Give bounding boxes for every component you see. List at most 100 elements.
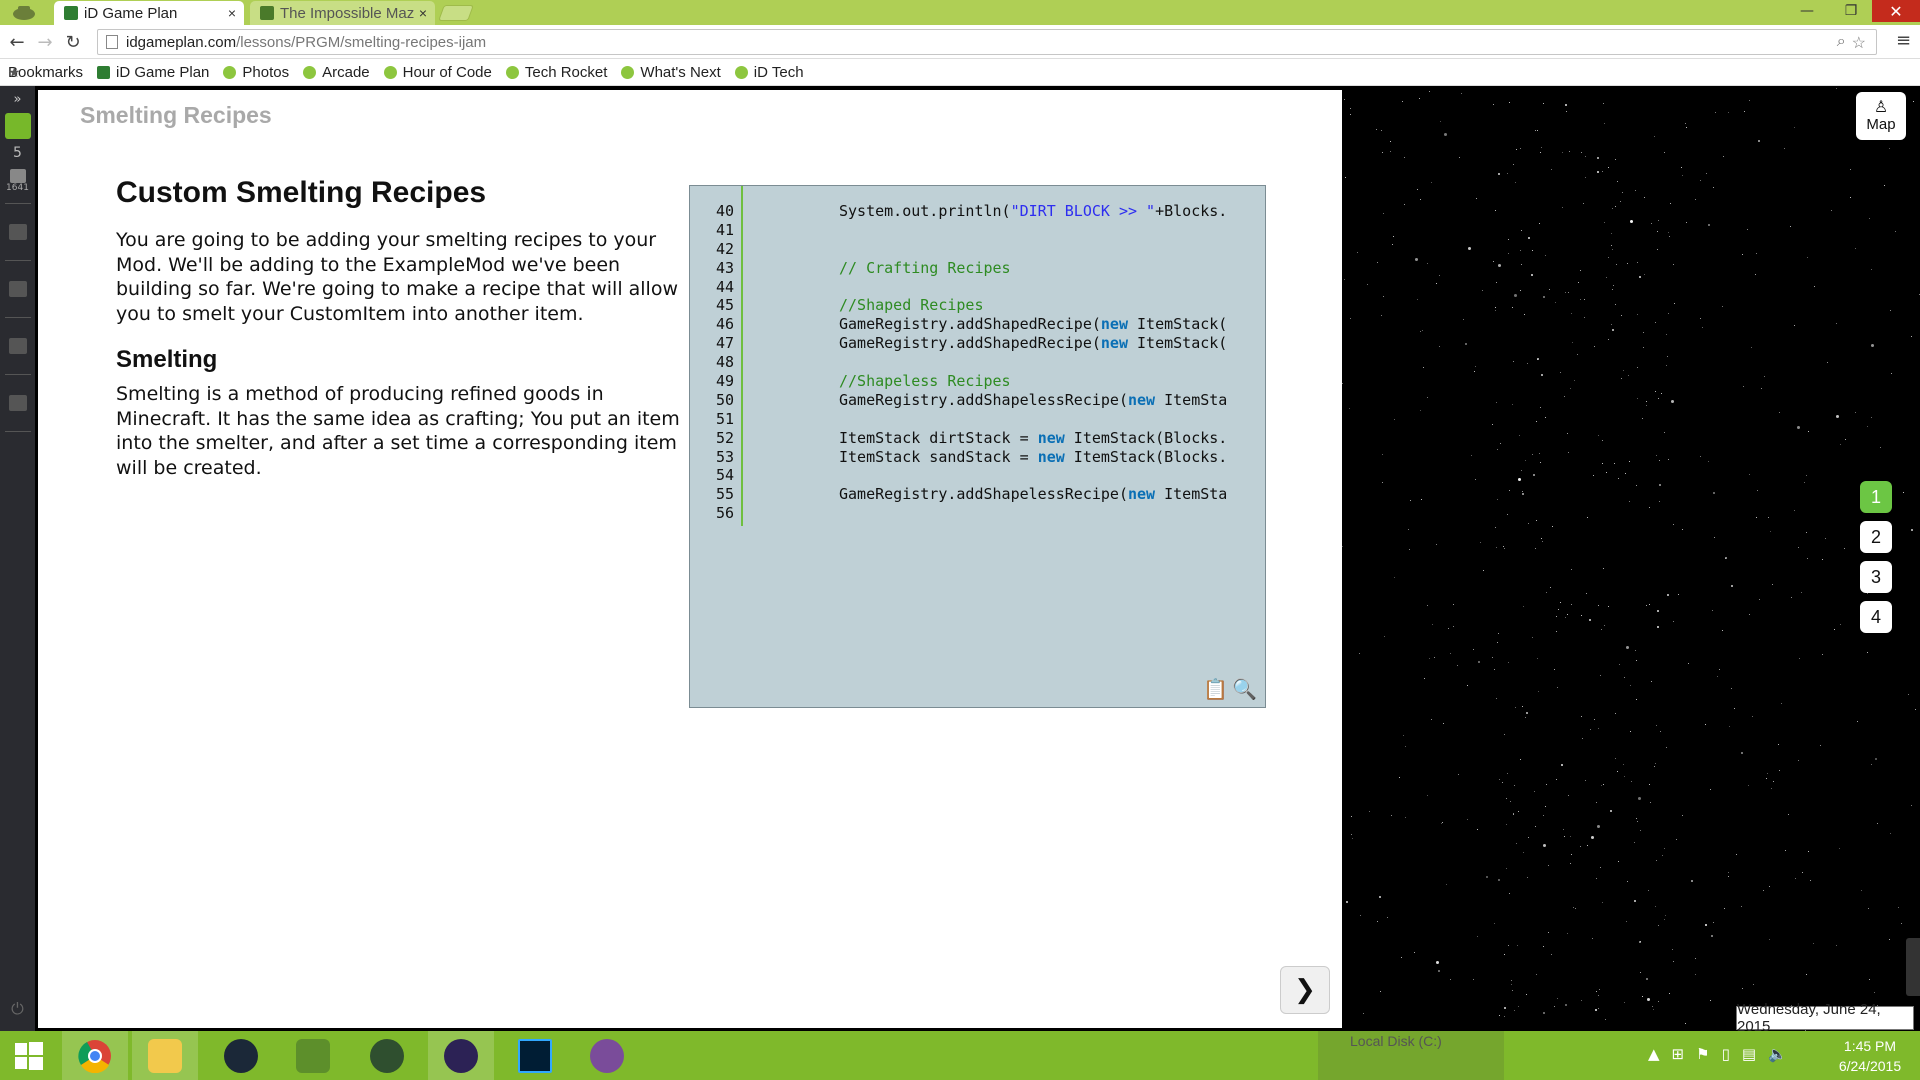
start-button[interactable] bbox=[0, 1031, 58, 1080]
forward-icon[interactable]: → bbox=[34, 31, 56, 53]
star bbox=[1533, 790, 1535, 792]
bookmark-id-game-plan[interactable]: iD Game Plan bbox=[97, 64, 209, 81]
star bbox=[1747, 229, 1749, 231]
feedback-tab[interactable] bbox=[1906, 938, 1920, 996]
bookmark-whats-next[interactable]: What's Next bbox=[621, 64, 721, 81]
star bbox=[1404, 816, 1406, 818]
star bbox=[1656, 725, 1658, 727]
avatar[interactable] bbox=[4, 113, 31, 139]
chat-icon[interactable] bbox=[8, 395, 27, 411]
map-button[interactable]: ♙ Map bbox=[1856, 92, 1906, 140]
clock[interactable]: 1:45 PM 6/24/2015 bbox=[1830, 1036, 1910, 1076]
star bbox=[1598, 989, 1600, 991]
star bbox=[1419, 98, 1421, 99]
address-bar[interactable]: idgameplan.com/lessons/PRGM/smelting-rec… bbox=[97, 29, 1877, 55]
taskbar-chrome[interactable] bbox=[62, 1031, 128, 1080]
star bbox=[1580, 1000, 1582, 1002]
bookmark-photos[interactable]: Photos bbox=[223, 64, 289, 81]
local-disk-toolbar[interactable]: Local Disk (C:) bbox=[1318, 1031, 1504, 1080]
bookmark-arcade[interactable]: Arcade bbox=[303, 64, 370, 81]
star bbox=[1548, 289, 1550, 291]
network-icon[interactable]: ▤ bbox=[1742, 1045, 1756, 1063]
code-viewer[interactable]: 40 41 42 43 44 45 46 47 48 49 50 51 52 53 54 55 56 Syste… bbox=[689, 185, 1266, 708]
zoom-icon[interactable]: 🔍 bbox=[1232, 677, 1257, 701]
star bbox=[1665, 747, 1667, 749]
volume-icon[interactable]: 🔈 bbox=[1768, 1045, 1787, 1063]
bookmark-id-tech[interactable]: iD Tech bbox=[734, 64, 804, 81]
step-button-3[interactable]: 3 bbox=[1860, 561, 1892, 593]
battery-icon[interactable]: ▯ bbox=[1722, 1045, 1730, 1063]
star bbox=[1661, 392, 1663, 394]
star bbox=[1836, 87, 1837, 89]
star bbox=[1616, 180, 1618, 182]
star bbox=[1541, 540, 1543, 542]
star bbox=[1639, 971, 1641, 973]
star bbox=[1539, 452, 1541, 454]
star bbox=[1581, 737, 1583, 739]
star bbox=[1827, 362, 1829, 364]
star bbox=[1475, 365, 1477, 367]
tab-close-icon[interactable]: × bbox=[419, 5, 427, 21]
star bbox=[1768, 517, 1770, 519]
next-button[interactable]: ❯ bbox=[1280, 966, 1330, 1014]
star bbox=[1650, 680, 1652, 682]
star bbox=[1526, 363, 1528, 365]
star bbox=[1401, 956, 1403, 958]
expand-sidebar-icon[interactable]: » bbox=[14, 92, 22, 107]
taskbar-eclipse[interactable] bbox=[428, 1031, 494, 1080]
restore-button[interactable]: ❐ bbox=[1828, 0, 1874, 22]
close-window-button[interactable]: ✕ bbox=[1872, 0, 1920, 22]
taskbar-file-explorer[interactable] bbox=[132, 1031, 198, 1080]
flag-icon[interactable]: ⚑ bbox=[1696, 1045, 1709, 1063]
tab-close-icon[interactable]: × bbox=[228, 5, 236, 21]
star bbox=[1911, 528, 1914, 531]
profile-icon[interactable] bbox=[8, 338, 27, 354]
trophy-icon[interactable] bbox=[8, 281, 27, 297]
taskbar-idtech[interactable] bbox=[354, 1031, 420, 1080]
bookmark-tech-rocket[interactable]: Tech Rocket bbox=[505, 64, 607, 81]
github-icon bbox=[590, 1038, 624, 1073]
star bbox=[1567, 432, 1569, 434]
new-tab-button[interactable] bbox=[438, 5, 474, 21]
star bbox=[1799, 658, 1801, 660]
clock-time: 1:45 PM bbox=[1843, 1038, 1897, 1054]
bookmark-bookmarks[interactable]: ★ Bookmarks bbox=[8, 64, 83, 81]
star bbox=[1381, 453, 1383, 455]
power-icon[interactable]: ⏻ bbox=[11, 999, 24, 1019]
show-hidden-icons-icon[interactable]: ▲ bbox=[1648, 1045, 1660, 1063]
tab-impossible-maze[interactable]: The Impossible Maze × bbox=[250, 1, 435, 25]
star bbox=[1685, 122, 1687, 124]
windows-icon[interactable]: ⊞ bbox=[1672, 1045, 1685, 1063]
bookmark-star-icon[interactable]: ☆ bbox=[1852, 33, 1866, 53]
step-button-2[interactable]: 2 bbox=[1860, 521, 1892, 553]
star bbox=[1522, 490, 1524, 492]
star bbox=[1348, 407, 1350, 409]
taskbar-photoshop[interactable] bbox=[502, 1031, 568, 1080]
star bbox=[1456, 665, 1458, 667]
starfield-background bbox=[1342, 86, 1920, 1031]
step-button-1[interactable]: 1 bbox=[1860, 481, 1892, 513]
minimize-button[interactable]: — bbox=[1784, 0, 1830, 22]
search-icon[interactable]: ⌕ bbox=[1837, 33, 1846, 53]
chrome-profile-icon[interactable] bbox=[6, 1, 42, 23]
star bbox=[1636, 817, 1638, 819]
star bbox=[1540, 374, 1543, 376]
star bbox=[1570, 569, 1572, 571]
map-nav-icon[interactable] bbox=[8, 224, 27, 240]
taskbar-github[interactable] bbox=[574, 1031, 640, 1080]
clipboard-icon[interactable]: 📋 bbox=[1203, 677, 1228, 701]
star bbox=[1404, 203, 1406, 205]
star bbox=[1597, 1008, 1599, 1010]
taskbar-steam[interactable] bbox=[208, 1031, 274, 1080]
bookmark-hour-of-code[interactable]: Hour of Code bbox=[383, 64, 492, 81]
line-number: 48 bbox=[715, 353, 734, 372]
reload-icon[interactable]: ↻ bbox=[62, 31, 84, 53]
tab-id-game-plan[interactable]: iD Game Plan × bbox=[54, 1, 244, 25]
taskbar-minecraft[interactable] bbox=[280, 1031, 346, 1080]
star bbox=[1623, 763, 1625, 765]
star bbox=[1540, 538, 1542, 539]
chrome-menu-icon[interactable]: ≡ bbox=[1896, 30, 1911, 51]
back-icon[interactable]: ← bbox=[6, 31, 28, 53]
step-button-4[interactable]: 4 bbox=[1860, 601, 1892, 633]
star bbox=[1751, 347, 1753, 349]
